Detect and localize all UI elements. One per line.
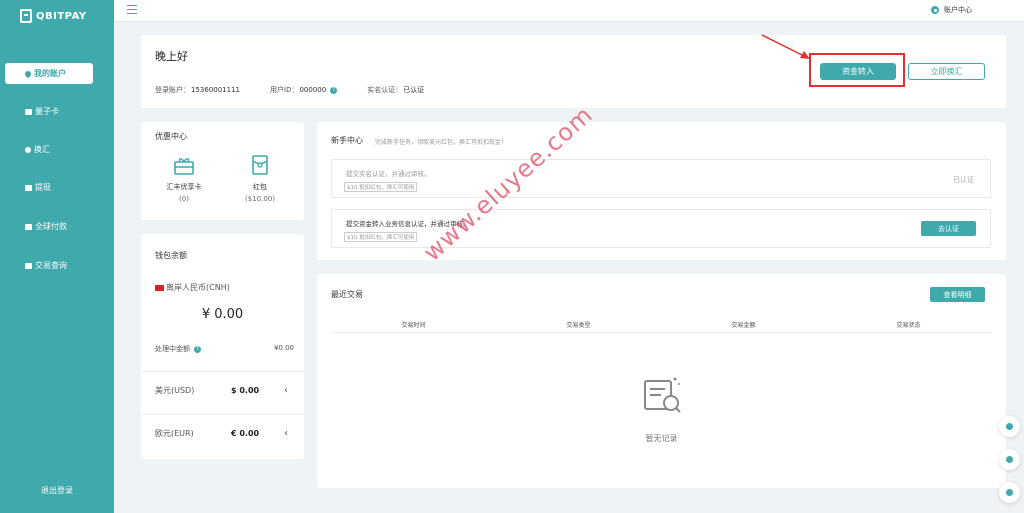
sidebar-item-label: 量子卡 (35, 107, 59, 116)
offer-item-card[interactable]: 汇丰优享卡 (0) (154, 154, 214, 203)
logout-link[interactable]: 退出登录 (0, 485, 114, 496)
account-info: 登录账户： 15360001111 用户ID： 000000? 实名认证： 已认证 (155, 85, 454, 95)
column-header: 交易时间 (401, 322, 426, 329)
arrow-annotation-icon (761, 34, 810, 59)
task-reward-tag: $10 抵扣红包，换汇可使用 (344, 182, 418, 192)
offer-item-red-packet[interactable]: 红包 ($10.00) (230, 154, 290, 203)
account-center-link[interactable]: 账户中心 (931, 5, 972, 15)
phone-float-button[interactable] (999, 449, 1020, 470)
processing-row: 处理中金额? ¥0.00 (155, 344, 294, 354)
offer-label: 红包 (253, 183, 267, 191)
menu-toggle-icon[interactable] (127, 5, 137, 14)
china-flag-icon (155, 284, 164, 291)
payment-icon (25, 223, 32, 230)
greeting-title: 晚上好 (155, 50, 188, 63)
exchange-icon (25, 146, 31, 153)
cnh-label: 离岸人民币(CNH) (166, 283, 230, 292)
currency-label: 欧元(EUR) (155, 429, 194, 438)
sidebar: QBITPAY 我的账户 量子卡 换汇 提现 全球付款 交易查询 退出登录 (0, 0, 114, 513)
offer-label: 汇丰优享卡 (166, 183, 202, 191)
currency-amount: $ 0.00 (231, 386, 260, 395)
view-details-button[interactable]: 查看明细 (930, 287, 985, 302)
query-icon (25, 262, 32, 269)
chevron-left-icon[interactable]: ‹ (284, 385, 288, 396)
sidebar-item-label: 我的账户 (34, 69, 66, 78)
empty-records-icon (644, 377, 681, 413)
help-icon[interactable]: ? (194, 345, 201, 353)
topbar: 账户中心 (114, 0, 1024, 22)
help-icon[interactable]: ? (330, 86, 338, 94)
newbie-center-title: 新手中心 (331, 136, 363, 145)
pin-icon (23, 69, 33, 78)
brand-logo: QBITPAY (20, 9, 87, 23)
column-header: 交易状态 (896, 322, 921, 329)
cnh-label-row: 离岸人民币(CNH) (155, 282, 230, 293)
wechat-float-button[interactable] (999, 416, 1020, 437)
recent-transactions-card: 最近交易 查看明细 交易时间 交易类型 交易金额 交易状态 暂无记录 (317, 274, 1006, 488)
user-id-label: 用户ID： (270, 86, 299, 94)
withdraw-icon (25, 184, 32, 191)
wallet-row-usd[interactable]: 美元(USD) $ 0.00 ‹ (141, 371, 304, 409)
phone-icon (1006, 456, 1013, 463)
wechat-icon (1006, 423, 1013, 430)
fund-transfer-button[interactable]: 资金转入 (820, 63, 896, 80)
gear-icon (931, 6, 939, 14)
chat-float-button[interactable] (999, 482, 1020, 503)
sidebar-item-global-payment[interactable]: 全球付款 (5, 216, 93, 237)
task-reward-tag: $10 抵扣红包，换汇可使用 (344, 232, 418, 242)
processing-label: 处理中金额 (155, 345, 190, 353)
sidebar-item-label: 换汇 (34, 145, 50, 154)
offer-center-card: 优惠中心 汇丰优享卡 (0) 红包 ($10.00) (141, 122, 304, 220)
login-account-label: 登录账户： (155, 86, 190, 94)
newbie-center-subtitle: 完成新手任务，领取美元红包，换汇可抵扣现金！ (375, 139, 508, 146)
cnh-amount: ¥ 0.00 (201, 307, 244, 322)
card-icon (25, 108, 32, 115)
sidebar-item-transaction-query[interactable]: 交易查询 (5, 255, 93, 276)
currency-amount: € 0.00 (231, 429, 260, 438)
sidebar-item-exchange[interactable]: 换汇 (5, 139, 93, 160)
task-desc: 提交实名认证，并通过审核。 (346, 170, 431, 178)
recent-transactions-title: 最近交易 (331, 290, 363, 299)
wallet-row-eur[interactable]: 欧元(EUR) € 0.00 ‹ (141, 414, 304, 452)
login-account-value: 15360001111 (191, 86, 240, 94)
wallet-card: 钱包余额 离岸人民币(CNH) ¥ 0.00 处理中金额? ¥0.00 美元(U… (141, 234, 304, 459)
offer-value: ($10.00) (245, 195, 275, 203)
task-item: 提交实名认证，并通过审核。 $10 抵扣红包，换汇可使用 已认证 (331, 159, 991, 198)
empty-records-text: 暂无记录 (645, 434, 678, 443)
chat-icon (1006, 489, 1013, 496)
offer-value: (0) (179, 195, 189, 203)
newbie-center-card: 新手中心 完成新手任务，领取美元红包，换汇可抵扣现金！ 提交实名认证，并通过审核… (317, 122, 1006, 260)
sidebar-item-label: 全球付款 (35, 222, 67, 231)
sidebar-item-withdraw[interactable]: 提现 (5, 177, 93, 198)
sidebar-item-label: 交易查询 (35, 261, 67, 270)
account-center-label: 账户中心 (944, 6, 972, 14)
gift-icon (174, 158, 194, 175)
currency-label: 美元(USD) (155, 386, 195, 395)
exchange-now-button[interactable]: 立即换汇 (908, 63, 985, 80)
go-verify-button[interactable]: 去认证 (921, 221, 976, 236)
verification-value: 已认证 (403, 86, 425, 94)
sidebar-item-my-account[interactable]: 我的账户 (5, 63, 93, 84)
column-header: 交易金额 (731, 322, 756, 329)
brand-name: QBITPAY (36, 10, 87, 22)
column-header: 交易类型 (566, 322, 591, 329)
wallet-title: 钱包余额 (155, 251, 187, 260)
greeting-card: 晚上好 登录账户： 15360001111 用户ID： 000000? 实名认证：已… (141, 35, 1006, 108)
processing-value: ¥0.00 (273, 344, 294, 352)
task-status: 已认证 (953, 176, 974, 184)
logo-icon (20, 9, 32, 23)
table-header: 交易时间 交易类型 交易金额 交易状态 (331, 320, 991, 333)
verification-label: 实名认证： (367, 86, 403, 94)
red-packet-icon (252, 155, 268, 175)
sidebar-item-quantum-card[interactable]: 量子卡 (5, 101, 93, 122)
user-id-value: 000000 (299, 86, 327, 94)
sidebar-item-label: 提现 (35, 183, 51, 192)
chevron-left-icon[interactable]: ‹ (284, 428, 288, 439)
offer-center-title: 优惠中心 (155, 132, 187, 141)
